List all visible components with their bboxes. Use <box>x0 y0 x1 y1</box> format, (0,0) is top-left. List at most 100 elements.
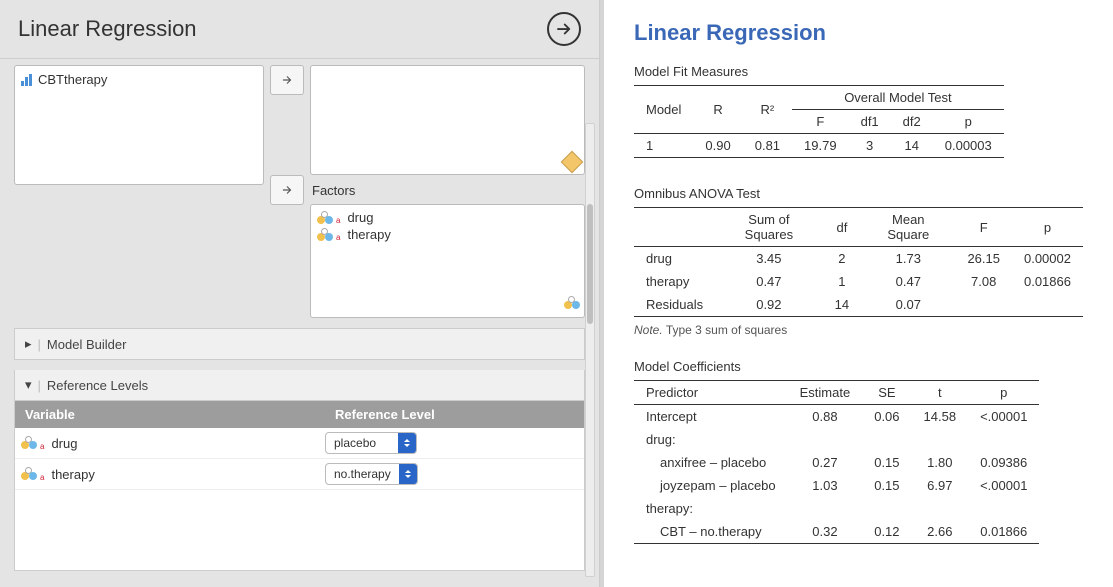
cell: 0.09386 <box>968 451 1039 474</box>
cell: CBT – no.therapy <box>634 520 788 544</box>
cell: 6.97 <box>912 474 969 497</box>
col-df1: df1 <box>849 110 891 134</box>
nominal-var-icon <box>317 228 333 242</box>
cell: <.00001 <box>968 474 1039 497</box>
factors-box[interactable]: a drug a therapy <box>310 204 585 318</box>
col-overall: Overall Model Test <box>792 86 1004 110</box>
cell: 3.45 <box>715 247 823 271</box>
section-label: Model Builder <box>47 337 127 352</box>
arrow-right-icon <box>280 73 294 87</box>
arrow-right-icon <box>280 183 294 197</box>
chevron-right-icon: ▸ <box>25 336 32 352</box>
reference-levels-section[interactable]: ▾ | Reference Levels <box>14 370 585 401</box>
cell: Residuals <box>634 293 715 317</box>
scrollbar-thumb[interactable] <box>587 204 593 324</box>
cell: 0.90 <box>693 134 742 158</box>
cell: 1.03 <box>788 474 863 497</box>
variable-name: CBTtherapy <box>38 72 107 87</box>
col-pred: Predictor <box>634 381 788 405</box>
cell: 26.15 <box>955 247 1012 271</box>
cell: 19.79 <box>792 134 849 158</box>
tag-icon <box>564 154 580 170</box>
reflevel-select-drug[interactable]: placebo <box>325 432 417 454</box>
cell: 14 <box>891 134 933 158</box>
cell: 0.01866 <box>1012 270 1083 293</box>
anova-table: Sum of Squares df Mean Square F p drug 3… <box>634 207 1083 317</box>
col-est: Estimate <box>788 381 863 405</box>
nominal-var-icon <box>21 467 37 481</box>
factor-name: therapy <box>347 227 390 242</box>
model-builder-section[interactable]: ▸ | Model Builder <box>14 328 585 360</box>
reflevel-variable: drug <box>51 436 77 451</box>
cell: 0.27 <box>788 451 863 474</box>
col-p: p <box>1012 208 1083 247</box>
cell: 0.12 <box>862 520 911 544</box>
cell: Intercept <box>634 405 788 429</box>
assign-to-dependent-button[interactable] <box>270 65 304 95</box>
cell: 0.15 <box>862 451 911 474</box>
reflevel-value: no.therapy <box>326 467 399 481</box>
cell: anxifree – placebo <box>634 451 788 474</box>
variable-item[interactable]: CBTtherapy <box>19 70 259 89</box>
cell: 0.47 <box>861 270 955 293</box>
assign-to-factors-button[interactable] <box>270 175 304 205</box>
cell: 1 <box>634 134 693 158</box>
reference-levels-body: Variable Reference Level a drug placebo … <box>14 401 585 571</box>
cell: 2.66 <box>912 520 969 544</box>
nominal-type-icon <box>564 296 580 313</box>
col-r2: R² <box>743 86 792 134</box>
dependent-variable-box[interactable] <box>310 65 585 175</box>
reflevel-select-therapy[interactable]: no.therapy <box>325 463 418 485</box>
col-ms: Mean Square <box>861 208 955 247</box>
col-p: p <box>933 110 1004 134</box>
options-panel: Linear Regression CBTtherapy <box>0 0 600 587</box>
cell: 0.00003 <box>933 134 1004 158</box>
coefficients-table: Predictor Estimate SE t p Intercept 0.88… <box>634 380 1039 544</box>
cell: joyzepam – placebo <box>634 474 788 497</box>
cell: 0.47 <box>715 270 823 293</box>
cell: 0.06 <box>862 405 911 429</box>
col-r: R <box>693 86 742 134</box>
factor-name: drug <box>347 210 373 225</box>
scrollbar-track[interactable] <box>585 123 595 577</box>
factor-item[interactable]: a drug <box>315 209 580 226</box>
header-variable: Variable <box>15 401 325 428</box>
coef-title: Model Coefficients <box>634 359 1083 374</box>
model-fit-table: Model R R² Overall Model Test F df1 df2 … <box>634 85 1004 158</box>
col-df2: df2 <box>891 110 933 134</box>
section-label: Reference Levels <box>47 378 148 393</box>
cell: 14 <box>823 293 861 317</box>
chevron-down-icon: ▾ <box>25 377 32 393</box>
results-panel: Linear Regression Model Fit Measures Mod… <box>600 0 1113 587</box>
updown-caret-icon <box>399 464 417 484</box>
run-arrow-button[interactable] <box>547 12 581 46</box>
cell <box>955 293 1012 317</box>
available-variables-list[interactable]: CBTtherapy <box>14 65 264 185</box>
panel-header: Linear Regression <box>0 0 599 59</box>
cell: 7.08 <box>955 270 1012 293</box>
cell: 2 <box>823 247 861 271</box>
panel-title: Linear Regression <box>18 16 197 42</box>
col-ss: Sum of Squares <box>715 208 823 247</box>
col-t: t <box>912 381 969 405</box>
cell: 1.80 <box>912 451 969 474</box>
cell: 0.01866 <box>968 520 1039 544</box>
col-p: p <box>968 381 1039 405</box>
cell: therapy: <box>634 497 788 520</box>
nominal-var-icon <box>317 211 333 225</box>
config-body: CBTtherapy Factors a dru <box>0 59 599 587</box>
cell: 0.88 <box>788 405 863 429</box>
cell: 3 <box>849 134 891 158</box>
factor-item[interactable]: a therapy <box>315 226 580 243</box>
cell: 0.07 <box>861 293 955 317</box>
cell: 0.15 <box>862 474 911 497</box>
header-reference-level: Reference Level <box>325 401 584 428</box>
cell: therapy <box>634 270 715 293</box>
anova-note: Note. Type 3 sum of squares <box>634 323 1083 337</box>
nominal-var-icon <box>21 436 37 450</box>
cell: 0.92 <box>715 293 823 317</box>
cell: 0.00002 <box>1012 247 1083 271</box>
cell: 14.58 <box>912 405 969 429</box>
fit-title: Model Fit Measures <box>634 64 1083 79</box>
col-model: Model <box>634 86 693 134</box>
